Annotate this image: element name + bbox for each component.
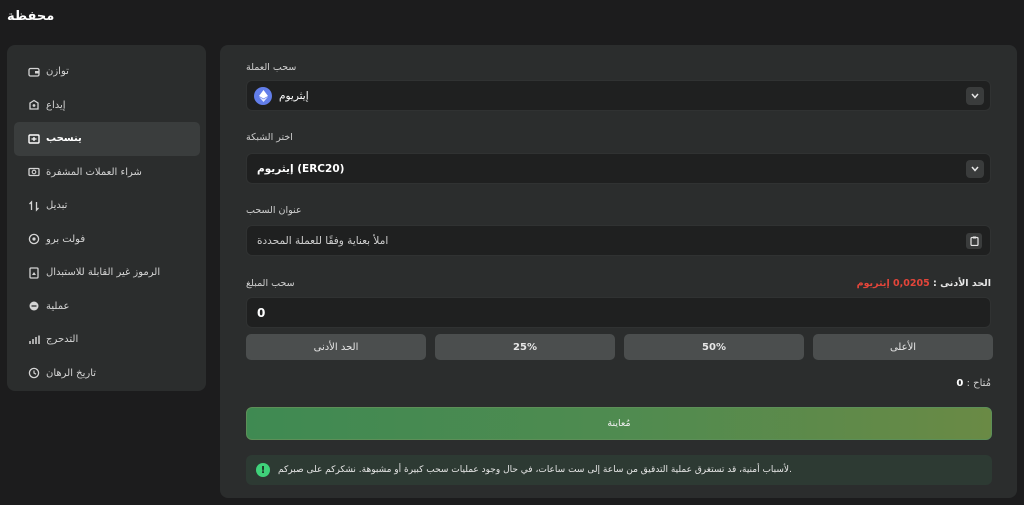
currency-value: إيثريوم	[279, 89, 309, 102]
paste-icon[interactable]	[966, 232, 982, 249]
available-label: مُتاح :	[966, 378, 991, 389]
amount-value: 0	[257, 305, 266, 320]
sidebar-item-buy-crypto[interactable]: شراء العملات المشفرة	[14, 156, 200, 190]
deposit-icon	[28, 99, 40, 111]
sidebar-item-deposit[interactable]: إيداع	[14, 89, 200, 123]
percent-50-button[interactable]: 50%	[624, 334, 804, 360]
available-value: 0	[956, 378, 964, 389]
sidebar-item-label: تبديل	[46, 200, 68, 212]
sidebar-item-transactions[interactable]: عملية	[14, 290, 200, 324]
ethereum-icon	[254, 86, 272, 105]
sidebar-item-label: توازن	[46, 66, 69, 78]
sidebar-item-label: ينسحب	[46, 133, 82, 145]
sidebar-item-label: الرموز غير القابلة للاستبدال	[46, 267, 161, 279]
sidebar-item-withdraw[interactable]: ينسحب	[14, 122, 200, 156]
notice-text: لأسباب أمنية، قد تستغرق عملية التدقيق من…	[278, 465, 792, 475]
transaction-icon	[28, 300, 40, 312]
wallet-icon	[28, 66, 40, 78]
network-value: إيثريوم (ERC20)	[257, 162, 345, 175]
vault-icon	[28, 233, 40, 245]
address-placeholder: املأ بعناية وفقًا للعملة المحددة	[257, 234, 389, 247]
sidebar-item-label: شراء العملات المشفرة	[46, 166, 142, 178]
sidebar-item-label: تاريخ الرهان	[46, 367, 97, 379]
available-balance: مُتاح : 0	[956, 378, 991, 389]
sidebar-item-vault-pro[interactable]: فولت برو	[14, 223, 200, 257]
minimum-amount: الحد الأدنى : 0,0205 إيثريوم	[857, 278, 991, 289]
address-input[interactable]: املأ بعناية وفقًا للعملة المحددة	[246, 225, 991, 256]
min-label: الحد الأدنى :	[933, 278, 991, 289]
sidebar-item-label: عملية	[46, 300, 70, 312]
preview-button[interactable]: مُعاينة	[246, 407, 992, 440]
max-amount-button[interactable]: الأعلى	[813, 334, 993, 360]
sidebar-item-label: فولت برو	[46, 233, 86, 245]
network-label: اختر الشبكة	[246, 132, 293, 143]
sidebar-item-rollover[interactable]: التدحرج	[14, 323, 200, 357]
min-amount-button[interactable]: الحد الأدنى	[246, 334, 426, 360]
currency-select[interactable]: إيثريوم	[246, 80, 991, 111]
amount-label: سحب المبلغ	[246, 278, 295, 289]
min-value: 0,0205 إيثريوم	[856, 278, 930, 289]
sidebar-item-nft[interactable]: الرموز غير القابلة للاستبدال	[14, 256, 200, 290]
chevron-down-icon[interactable]	[966, 159, 984, 178]
swap-icon	[28, 200, 40, 212]
sidebar-item-label: التدحرج	[46, 334, 79, 346]
currency-label: سحب العملة	[246, 62, 297, 73]
wallet-sidebar: توازن إيداع ينسحب شراء العملات المشفرة ت…	[7, 45, 206, 391]
sidebar-item-bet-history[interactable]: تاريخ الرهان	[14, 357, 200, 391]
sidebar-item-swap[interactable]: تبديل	[14, 189, 200, 223]
chevron-down-icon[interactable]	[966, 86, 984, 105]
withdraw-icon	[28, 133, 40, 145]
sidebar-item-balance[interactable]: توازن	[14, 55, 200, 89]
percent-25-button[interactable]: 25%	[435, 334, 615, 360]
amount-input[interactable]: 0	[246, 297, 991, 328]
network-select[interactable]: إيثريوم (ERC20)	[246, 153, 991, 184]
alert-icon: !	[256, 463, 270, 477]
history-icon	[28, 367, 40, 379]
quick-amount-buttons: الحد الأدنى 25% 50% الأعلى	[246, 334, 993, 360]
address-label: عنوان السحب	[246, 205, 302, 216]
sidebar-item-label: إيداع	[46, 99, 66, 111]
nft-icon	[28, 267, 40, 279]
security-notice: ! لأسباب أمنية، قد تستغرق عملية التدقيق …	[246, 455, 992, 485]
rollover-icon	[28, 334, 40, 346]
withdraw-panel: سحب العملة إيثريوم اختر الشبكة إيثريوم (…	[220, 45, 1017, 498]
page-title: محفظة	[7, 9, 55, 24]
buy-crypto-icon	[28, 166, 40, 178]
